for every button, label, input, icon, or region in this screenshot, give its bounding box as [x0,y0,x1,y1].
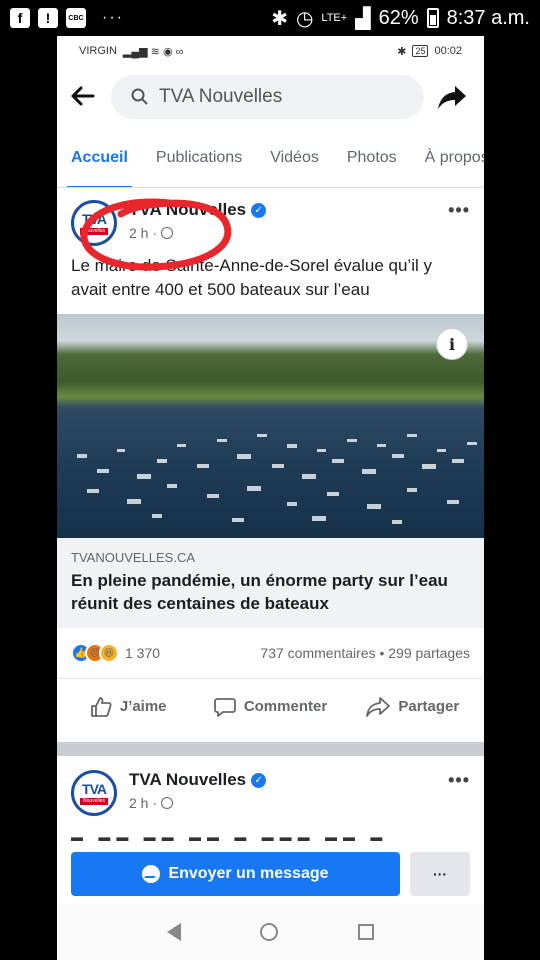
nav-recent-apps-icon[interactable] [358,924,375,940]
tab-videos[interactable]: Vidéos [270,128,319,187]
info-icon[interactable]: i [436,328,468,360]
share-button[interactable]: Partager [342,696,484,718]
search-text: TVA Nouvelles [159,86,283,107]
nav-home-icon[interactable] [260,923,279,941]
tab-a-propos[interactable]: À propos [425,128,484,187]
alert-notification-icon: ! [38,8,58,28]
tab-photos[interactable]: Photos [347,128,397,187]
comments-shares-count[interactable]: 737 commentaires • 299 partages [260,645,470,661]
post-time-text: 2 h [129,795,149,811]
post-time[interactable]: 2 h · [129,795,266,811]
send-message-label: Envoyer un message [168,865,329,882]
carrier-name: VIRGIN [79,45,117,57]
comment-bubble-icon [213,697,236,717]
page-name[interactable]: TVA Nouvelles ✓ [129,770,267,790]
comment-button[interactable]: Commenter [199,696,341,718]
clock: 8:37 a.m. [446,6,530,29]
post: TVA Nouvelles TVA Nouvelles ✓ 2 h · ••• … [57,756,484,850]
inner-status-bar: VIRGIN ▂▄▆ ≋ ◉ ∞ ✱ 25 00:02 [57,36,484,66]
more-options-icon[interactable]: ••• [448,200,470,254]
top-bar: TVA Nouvelles [57,66,484,128]
thumbs-up-icon [90,696,112,717]
more-notifications-icon: ··· [102,9,124,26]
more-options-icon[interactable]: ••• [448,770,470,822]
like-label: J’aime [119,698,167,715]
post-divider [57,742,484,756]
verified-badge-icon: ✓ [251,202,267,218]
cbc-notification-icon: CBC [66,8,86,28]
search-icon [131,88,148,105]
inner-clock: 00:02 [434,45,462,57]
page-tabs: Accueil Publications Vidéos Photos À pro… [57,128,484,188]
link-caption[interactable]: TVANOUVELLES.CA En pleine pandémie, un é… [57,538,484,628]
battery-percent: 62% [378,6,419,29]
signal-icon: ▟ [355,7,371,30]
engagement-bar: 👍 😠 😆 1 370 737 commentaires • 299 parta… [57,628,484,678]
reactions[interactable]: 👍 😠 😆 1 370 [71,643,160,663]
more-button[interactable]: ··· [410,852,470,896]
tab-publications[interactable]: Publications [156,128,242,187]
page-name-text[interactable]: TVA Nouvelles [129,770,246,790]
nav-back-icon[interactable] [166,923,181,941]
android-nav-bar [57,904,484,960]
reaction-count[interactable]: 1 370 [125,645,160,661]
outer-status-bar: f ! CBC ··· ✱ ◷ LTE+ ▟ 62% 8:37 a.m. [0,0,540,36]
haha-reaction-icon: 😆 [99,643,119,663]
phone-screen: VIRGIN ▂▄▆ ≋ ◉ ∞ ✱ 25 00:02 TVA Nouvelle… [57,36,484,960]
send-message-button[interactable]: Envoyer un message [71,852,400,896]
battery-icon [426,8,439,28]
avatar[interactable]: TVA Nouvelles [71,770,117,816]
bluetooth-icon: ✱ [271,7,288,30]
share-arrow-icon[interactable] [434,84,470,110]
signal-wifi-icons: ▂▄▆ ≋ ◉ ∞ [122,45,184,58]
alarm-icon: ◷ [295,7,314,30]
red-annotation-circle [80,198,232,271]
messenger-icon [142,865,161,883]
search-input[interactable]: TVA Nouvelles [111,75,424,119]
link-domain: TVANOUVELLES.CA [71,550,196,565]
post-actions: J’aime Commenter Partager [57,678,484,734]
network-type: LTE+ [321,11,348,24]
avatar-sub: Nouvelles [80,798,108,805]
share-icon [366,696,391,717]
link-preview-image[interactable]: i [57,314,484,538]
share-label: Partager [398,698,460,715]
post-header: TVA Nouvelles TVA Nouvelles ✓ 2 h · ••• [57,756,484,822]
comment-label: Commenter [243,698,328,715]
verified-badge-icon: ✓ [251,772,267,788]
boats-photo [77,434,477,524]
link-headline[interactable]: En pleine pandémie, un énorme party sur … [71,569,470,615]
like-button[interactable]: J’aime [57,696,199,718]
facebook-notification-icon: f [10,8,30,28]
globe-icon [161,797,174,809]
battery-icon: 25 [412,45,429,57]
bluetooth-icon: ✱ [397,45,407,58]
tab-accueil[interactable]: Accueil [67,128,132,187]
cta-bar: Envoyer un message ··· [57,844,484,904]
avatar-brand: TVA [82,781,107,797]
back-arrow-icon[interactable] [71,81,111,113]
